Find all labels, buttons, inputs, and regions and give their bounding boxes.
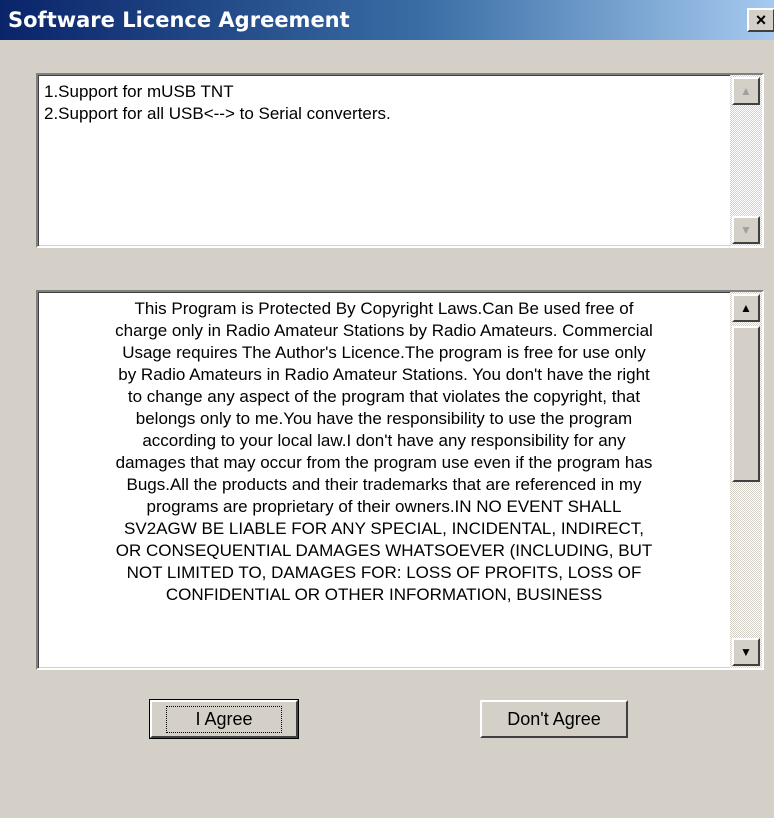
agree-button[interactable]: I Agree	[149, 699, 299, 739]
licence-line: Bugs.All the products and their trademar…	[126, 475, 642, 494]
arrow-up-icon: ▲	[740, 84, 752, 98]
changelog-content: 1.Support for mUSB TNT 2.Support for all…	[44, 81, 726, 125]
licence-line: belongs only to me.You have the responsi…	[135, 409, 633, 428]
disagree-button[interactable]: Don't Agree	[480, 700, 628, 738]
licence-content: This Program is Protected By Copyright L…	[42, 298, 726, 606]
licence-line: This Program is Protected By Copyright L…	[134, 299, 634, 318]
licence-scroll-up-button[interactable]: ▲	[732, 294, 760, 322]
arrow-up-icon: ▲	[740, 301, 752, 315]
licence-textbox[interactable]: This Program is Protected By Copyright L…	[36, 290, 764, 670]
changelog-scroll-up-button[interactable]: ▲	[732, 77, 760, 105]
licence-line: NOT LIMITED TO, DAMAGES FOR: LOSS OF PRO…	[126, 563, 642, 582]
licence-line: charge only in Radio Amateur Stations by…	[115, 321, 653, 340]
changelog-line: 1.Support for mUSB TNT	[44, 82, 234, 101]
arrow-down-icon: ▼	[740, 223, 752, 237]
changelog-scrollbar[interactable]: ▲ ▼	[730, 75, 762, 246]
changelog-scroll-down-button[interactable]: ▼	[732, 216, 760, 244]
licence-line: CONFIDENTIAL OR OTHER INFORMATION, BUSIN…	[165, 585, 603, 604]
licence-line: OR CONSEQUENTIAL DAMAGES WHATSOEVER (INC…	[115, 541, 653, 560]
close-button[interactable]: ×	[747, 8, 774, 32]
disagree-button-label: Don't Agree	[507, 708, 601, 729]
changelog-textbox[interactable]: 1.Support for mUSB TNT 2.Support for all…	[36, 73, 764, 248]
licence-line: damages that may occur from the program …	[115, 453, 653, 472]
licence-line: SV2AGW BE LIABLE FOR ANY SPECIAL, INCIDE…	[124, 519, 644, 538]
licence-scroll-down-button[interactable]: ▼	[732, 638, 760, 666]
arrow-down-icon: ▼	[740, 645, 752, 659]
licence-line: Usage requires The Author's Licence.The …	[122, 343, 646, 362]
licence-line: by Radio Amateurs in Radio Amateur Stati…	[118, 365, 650, 384]
changelog-line: 2.Support for all USB<--> to Serial conv…	[44, 104, 391, 123]
licence-line: programs are proprietary of their owners…	[146, 497, 622, 516]
agree-button-label: I Agree	[166, 705, 282, 733]
window-title: Software Licence Agreement	[8, 8, 350, 32]
licence-scrollbar[interactable]: ▲ ▼	[730, 292, 762, 668]
title-bar[interactable]: Software Licence Agreement ×	[0, 0, 774, 40]
licence-scroll-thumb[interactable]	[732, 326, 760, 482]
close-icon: ×	[755, 10, 767, 30]
licence-dialog: Software Licence Agreement × 1.Support f…	[0, 0, 774, 818]
licence-line: according to your local law.I don't have…	[142, 431, 626, 450]
licence-line: to change any aspect of the program that…	[127, 387, 641, 406]
